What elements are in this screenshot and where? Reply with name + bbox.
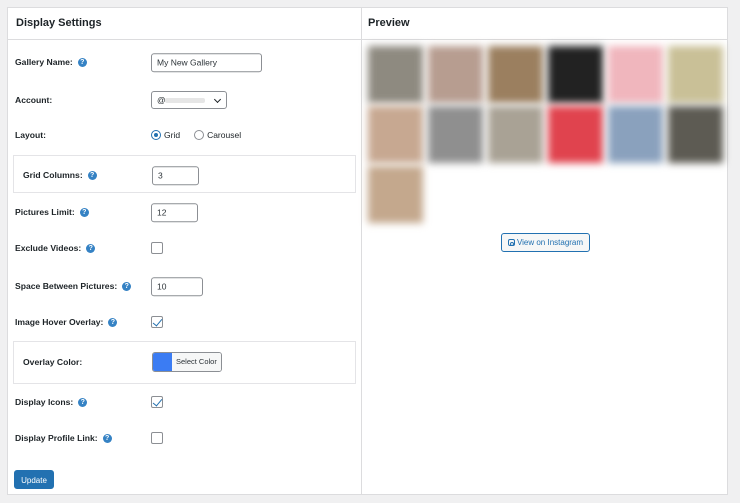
gallery-name-input[interactable] <box>151 52 262 72</box>
account-row: Account: @ <box>8 86 361 114</box>
gallery-name-label: Gallery Name: <box>15 57 73 67</box>
preview-thumbnail <box>548 46 603 103</box>
help-icon[interactable]: ? <box>122 281 132 291</box>
overlay-color-box: Overlay Color: Select Color <box>13 341 356 384</box>
display-profile-link-checkbox[interactable] <box>151 432 163 444</box>
layout-carousel-label: Carousel <box>207 129 242 140</box>
account-name-redacted <box>165 98 205 103</box>
display-profile-link-label: Display Profile Link: <box>15 433 98 443</box>
chevron-down-icon <box>213 95 222 104</box>
layout-grid-label: Grid <box>164 129 181 140</box>
preview-thumbnail <box>488 46 543 103</box>
account-select[interactable]: @ <box>151 91 227 109</box>
exclude-videos-row: Exclude Videos:? <box>8 234 361 262</box>
exclude-videos-label: Exclude Videos: <box>15 243 82 253</box>
pictures-limit-row: Pictures Limit:? <box>8 198 361 226</box>
space-between-row: Space Between Pictures:? <box>8 272 361 300</box>
overlay-color-swatch <box>153 353 172 371</box>
grid-columns-box: Grid Columns:? <box>13 155 356 193</box>
preview-thumbnail <box>368 46 423 103</box>
display-icons-row: Display Icons:? <box>8 388 361 416</box>
help-icon[interactable]: ? <box>108 317 118 327</box>
view-on-instagram-label: View on Instagram <box>516 238 584 247</box>
help-icon[interactable]: ? <box>102 433 112 443</box>
preview-thumbnail <box>428 46 483 103</box>
instagram-icon <box>507 239 515 246</box>
overlay-color-label: Overlay Color: <box>23 357 83 367</box>
preview-thumbnail <box>488 106 543 163</box>
gallery-name-row: Gallery Name:? <box>8 48 361 76</box>
grid-columns-label: Grid Columns: <box>23 170 83 180</box>
preview-panel: Preview View on Instagram <box>361 7 728 495</box>
space-between-label: Space Between Pictures: <box>15 281 118 291</box>
layout-grid-radio[interactable] <box>151 129 161 140</box>
display-settings-panel: Display Settings Gallery Name:? Account:… <box>7 7 362 495</box>
select-color-label: Select Color <box>172 353 221 371</box>
preview-thumbnail <box>548 106 603 163</box>
exclude-videos-checkbox[interactable] <box>151 242 163 254</box>
preview-thumbnail <box>608 46 663 103</box>
preview-title: Preview <box>362 8 727 40</box>
preview-thumbnail <box>668 106 723 163</box>
preview-thumbnail <box>368 106 423 163</box>
display-profile-link-row: Display Profile Link:? <box>8 424 361 452</box>
hover-overlay-row: Image Hover Overlay:? <box>8 308 361 336</box>
hover-overlay-checkbox[interactable] <box>151 316 163 328</box>
display-icons-label: Display Icons: <box>15 397 74 407</box>
preview-thumbnail <box>368 166 423 223</box>
preview-thumbnail <box>428 106 483 163</box>
help-icon[interactable]: ? <box>77 57 87 67</box>
account-label: Account: <box>15 95 53 105</box>
layout-carousel-radio[interactable] <box>194 129 205 140</box>
pictures-limit-input[interactable] <box>151 202 198 222</box>
preview-thumbnail <box>668 46 723 103</box>
select-color-button[interactable]: Select Color <box>152 352 222 372</box>
grid-columns-input[interactable] <box>152 165 199 185</box>
help-icon[interactable]: ? <box>79 207 89 217</box>
hover-overlay-label: Image Hover Overlay: <box>15 317 104 327</box>
layout-row: Layout: Grid Carousel <box>8 121 361 149</box>
update-button[interactable]: Update <box>14 470 54 489</box>
display-icons-checkbox[interactable] <box>151 396 163 408</box>
pictures-limit-label: Pictures Limit: <box>15 207 75 217</box>
space-between-input[interactable] <box>151 276 203 296</box>
help-icon[interactable]: ? <box>87 170 97 180</box>
view-on-instagram-button[interactable]: View on Instagram <box>501 233 590 252</box>
help-icon[interactable]: ? <box>86 243 96 253</box>
preview-thumbnail <box>608 106 663 163</box>
help-icon[interactable]: ? <box>78 397 88 407</box>
display-settings-title: Display Settings <box>8 8 361 40</box>
layout-label: Layout: <box>15 130 47 140</box>
